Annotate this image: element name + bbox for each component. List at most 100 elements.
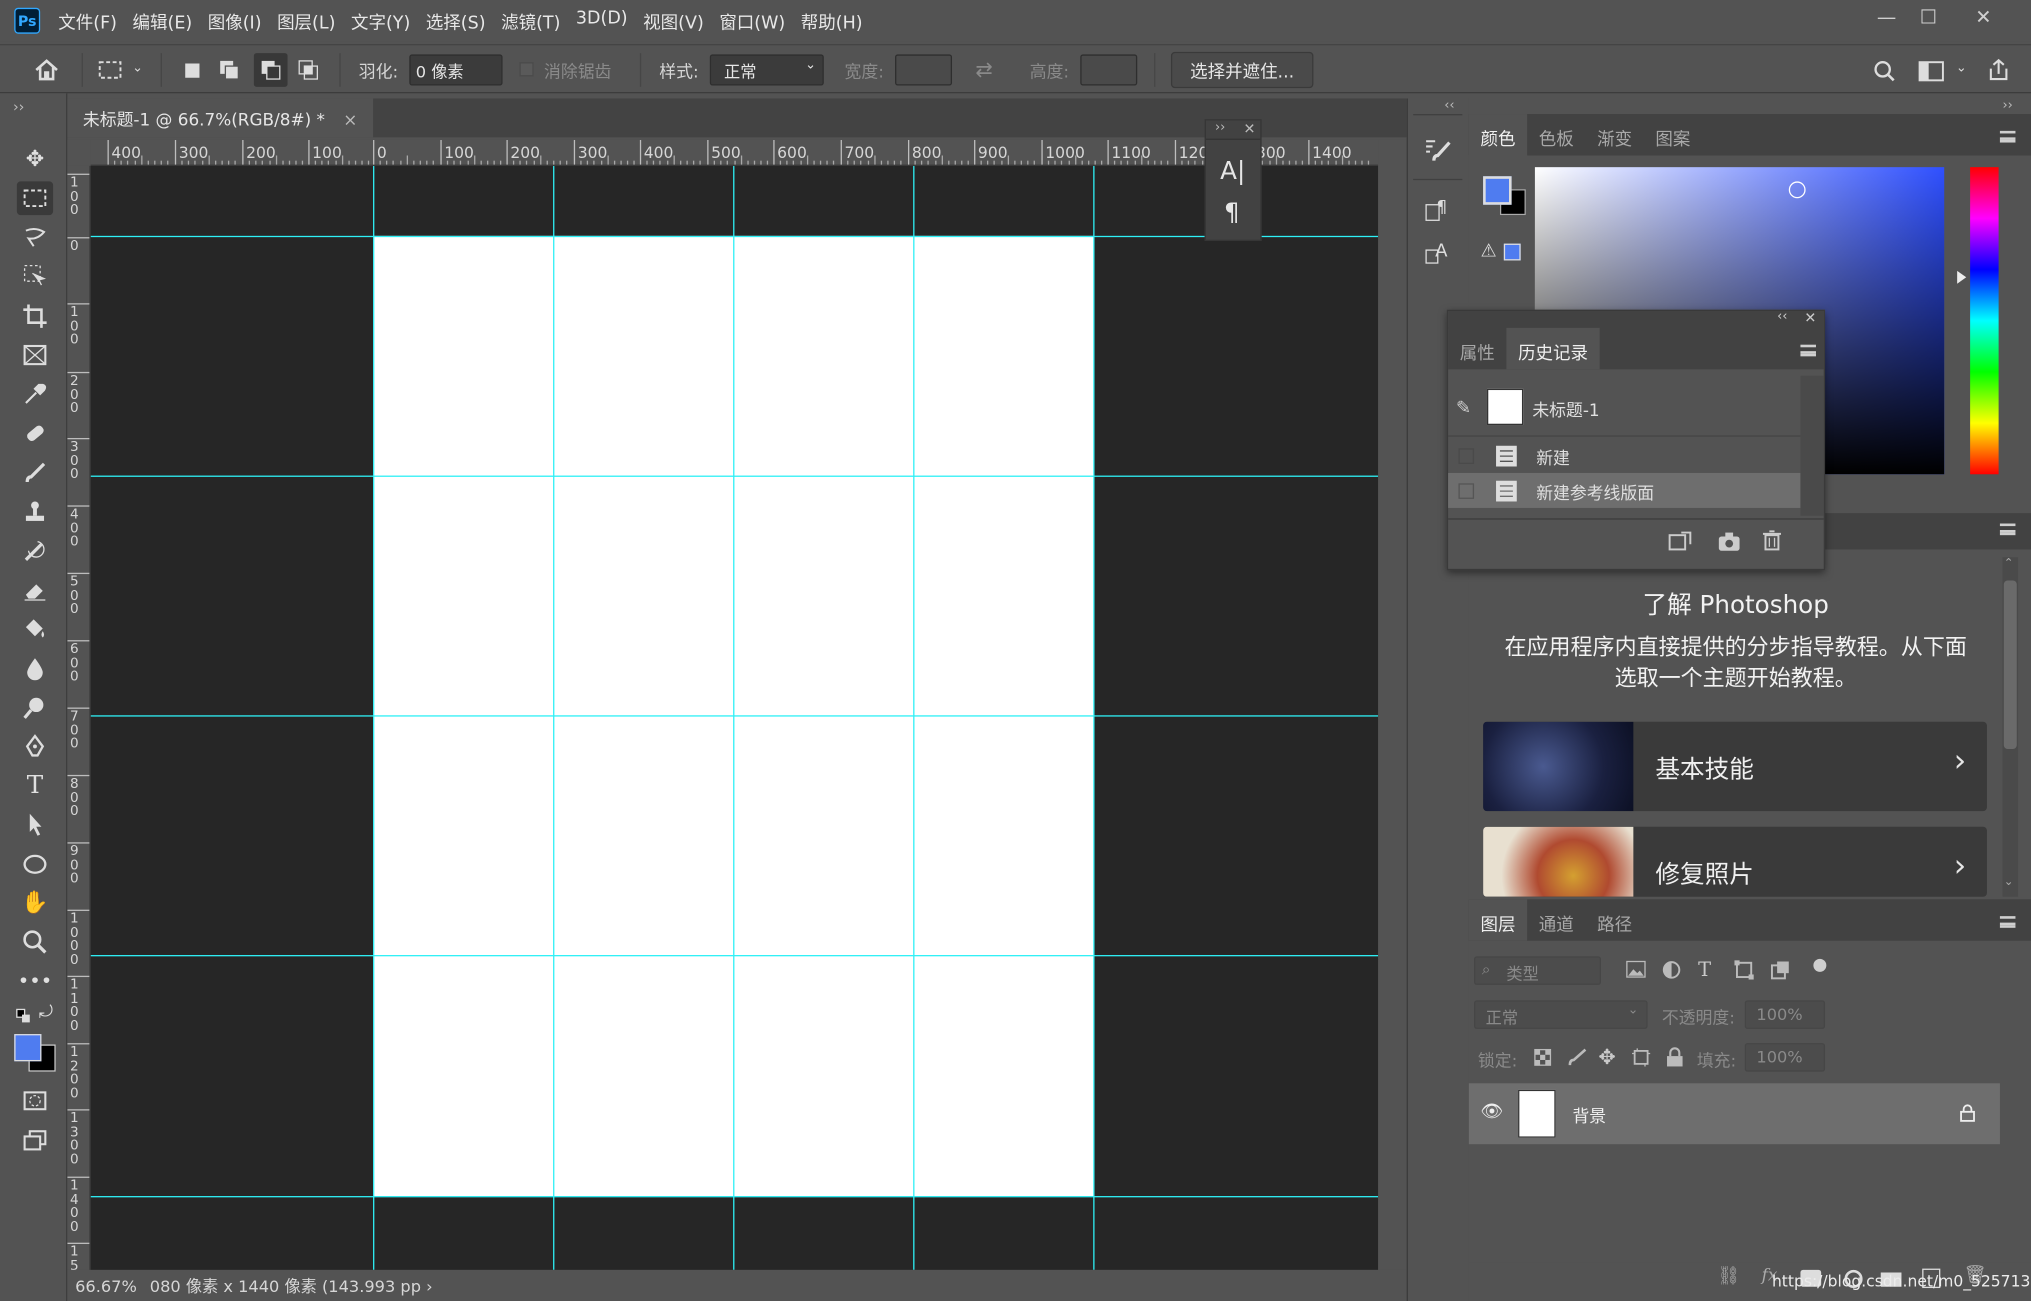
lock-position-icon[interactable]: ✥	[1598, 1044, 1615, 1069]
filter-smart-object-icon[interactable]	[1770, 960, 1790, 985]
panel-menu-icon[interactable]	[1800, 344, 1816, 357]
brush-tool-icon[interactable]	[17, 456, 53, 490]
maximize-button[interactable]: ☐	[1920, 5, 1937, 28]
blur-tool-icon[interactable]	[17, 652, 53, 686]
quick-mask-icon[interactable]	[17, 1085, 53, 1119]
tab-history[interactable]: 历史记录	[1506, 327, 1600, 370]
zoom-level[interactable]: 66.67%	[75, 1276, 137, 1295]
tab-patterns[interactable]: 图案	[1644, 114, 1702, 155]
menu-item[interactable]: 编辑(E)	[133, 8, 193, 34]
panel-menu-icon[interactable]	[1999, 523, 2016, 536]
layer-name[interactable]: 背景	[1572, 1103, 1606, 1127]
collapse-icon[interactable]: ‹‹	[1777, 310, 1787, 324]
menu-item[interactable]: 图像(I)	[208, 8, 262, 34]
history-source-checkbox[interactable]	[1458, 483, 1475, 499]
hand-tool-icon[interactable]: ✋	[17, 886, 53, 920]
tab-color[interactable]: 颜色	[1468, 114, 1528, 156]
filter-pixel-icon[interactable]	[1626, 960, 1647, 983]
clone-stamp-tool-icon[interactable]	[17, 495, 53, 529]
close-icon[interactable]: ✕	[1804, 310, 1816, 327]
menu-item[interactable]: 文字(Y)	[351, 8, 410, 34]
ruler-origin[interactable]	[67, 139, 91, 166]
horizontal-guide[interactable]	[90, 955, 1379, 957]
link-layers-icon[interactable]: ⛓	[1718, 1266, 1741, 1287]
canvas-area[interactable]	[90, 165, 1379, 1270]
default-colors-icon[interactable]	[16, 1008, 30, 1023]
path-select-tool-icon[interactable]	[17, 807, 53, 841]
hue-slider[interactable]	[1970, 167, 1999, 475]
document-info[interactable]: 080 像素 x 1440 像素 (143.993 pp ›	[150, 1276, 433, 1295]
blend-mode-select[interactable]: 正常 ⌄	[1474, 1000, 1648, 1029]
intersect-selection-icon[interactable]	[295, 57, 321, 83]
more-tools-icon[interactable]: •••	[17, 964, 53, 998]
screen-mode-icon[interactable]	[17, 1123, 53, 1157]
web-safe-color-icon[interactable]	[1503, 243, 1521, 261]
tab-paths[interactable]: 路径	[1585, 899, 1643, 940]
style-select[interactable]: 正常 ⌄	[709, 54, 824, 86]
close-icon[interactable]: ✕	[1243, 121, 1255, 138]
close-window-button[interactable]: ✕	[1975, 5, 1991, 28]
eye-icon[interactable]: 👁	[1481, 1101, 1504, 1122]
healing-brush-tool-icon[interactable]	[17, 416, 53, 450]
antialias-checkbox[interactable]	[519, 62, 534, 77]
filter-shape-icon[interactable]	[1734, 960, 1754, 985]
lock-pixels-icon[interactable]	[1567, 1047, 1588, 1073]
history-brush-tool-icon[interactable]	[17, 534, 53, 568]
new-document-from-state-icon[interactable]	[1668, 531, 1692, 556]
history-brush-panel-icon[interactable]	[1421, 132, 1455, 166]
swap-icon[interactable]: ⇄	[975, 57, 992, 82]
tab-gradients[interactable]: 渐变	[1585, 114, 1643, 155]
filter-toggle-icon[interactable]	[1813, 958, 1827, 972]
menu-item[interactable]: 窗口(W)	[719, 8, 785, 34]
workspace-icon[interactable]	[1916, 57, 1947, 86]
horizontal-guide[interactable]	[90, 715, 1379, 717]
history-scrollbar[interactable]	[1800, 375, 1824, 516]
type-tool-icon[interactable]: T	[17, 768, 53, 802]
close-tab-icon[interactable]: ×	[343, 111, 357, 130]
expand-toolbar-icon[interactable]: ››	[13, 98, 24, 115]
collapse-icon[interactable]: ››	[1215, 121, 1225, 135]
height-input[interactable]	[1080, 54, 1138, 86]
paragraph-icon[interactable]: ¶	[1224, 198, 1240, 227]
crop-tool-icon[interactable]	[17, 299, 53, 333]
width-input[interactable]	[895, 54, 953, 86]
tab-layers[interactable]: 图层	[1468, 899, 1528, 941]
paint-bucket-tool-icon[interactable]	[17, 612, 53, 646]
menu-item[interactable]: 视图(V)	[643, 8, 704, 34]
tab-channels[interactable]: 通道	[1527, 899, 1585, 940]
horizontal-guide[interactable]	[90, 475, 1379, 477]
minimize-button[interactable]: —	[1877, 5, 1896, 28]
menu-item[interactable]: 滤镜(T)	[501, 8, 560, 34]
history-brush-source-icon[interactable]: ✎	[1456, 398, 1471, 419]
learn-scrollbar[interactable]: ⌃ ⌄	[2002, 557, 2019, 897]
tab-properties[interactable]: 属性	[1448, 328, 1506, 369]
tab-swatches[interactable]: 色板	[1527, 114, 1585, 155]
menu-item[interactable]: 图层(L)	[277, 8, 335, 34]
horizontal-guide[interactable]	[90, 235, 1379, 238]
lock-transparent-icon[interactable]	[1534, 1048, 1552, 1071]
feather-input[interactable]: 0 像素	[409, 54, 503, 86]
ellipse-tool-icon[interactable]	[17, 847, 53, 881]
pen-tool-icon[interactable]	[17, 730, 53, 764]
horizontal-ruler[interactable]: 400 300 200 100 0 100 200 300 400 500 600 700 800 900…	[90, 139, 1379, 166]
dodge-tool-icon[interactable]	[17, 691, 53, 725]
vertical-guide[interactable]	[553, 165, 555, 1270]
opacity-input[interactable]: 100%	[1744, 1000, 1826, 1029]
new-selection-icon[interactable]	[179, 57, 205, 83]
swap-colors-icon[interactable]: ⤾	[39, 1003, 53, 1022]
vertical-guide[interactable]	[1093, 165, 1095, 1270]
document-tab[interactable]: 未标题-1 @ 66.7%(RGB/8#) * ×	[67, 98, 373, 138]
history-item[interactable]: 新建	[1448, 438, 1800, 473]
eyedropper-tool-icon[interactable]	[17, 377, 53, 411]
vertical-guide[interactable]	[373, 165, 375, 1270]
add-to-selection-icon[interactable]	[216, 57, 242, 83]
learn-card-basic-skills[interactable]: 基本技能 ›	[1483, 721, 1987, 812]
history-item-selected[interactable]: 新建参考线版面	[1448, 472, 1801, 508]
gamut-warning-icon[interactable]: ⚠	[1481, 241, 1497, 262]
home-icon[interactable]	[31, 56, 62, 85]
share-icon[interactable]	[1984, 56, 2012, 85]
layer-filter-select[interactable]: 类型	[1474, 956, 1601, 985]
color-picker-cursor[interactable]	[1788, 181, 1806, 199]
layer-row[interactable]: 👁 背景	[1468, 1083, 2000, 1145]
expand-dock-icon[interactable]: ››	[2003, 98, 2013, 112]
